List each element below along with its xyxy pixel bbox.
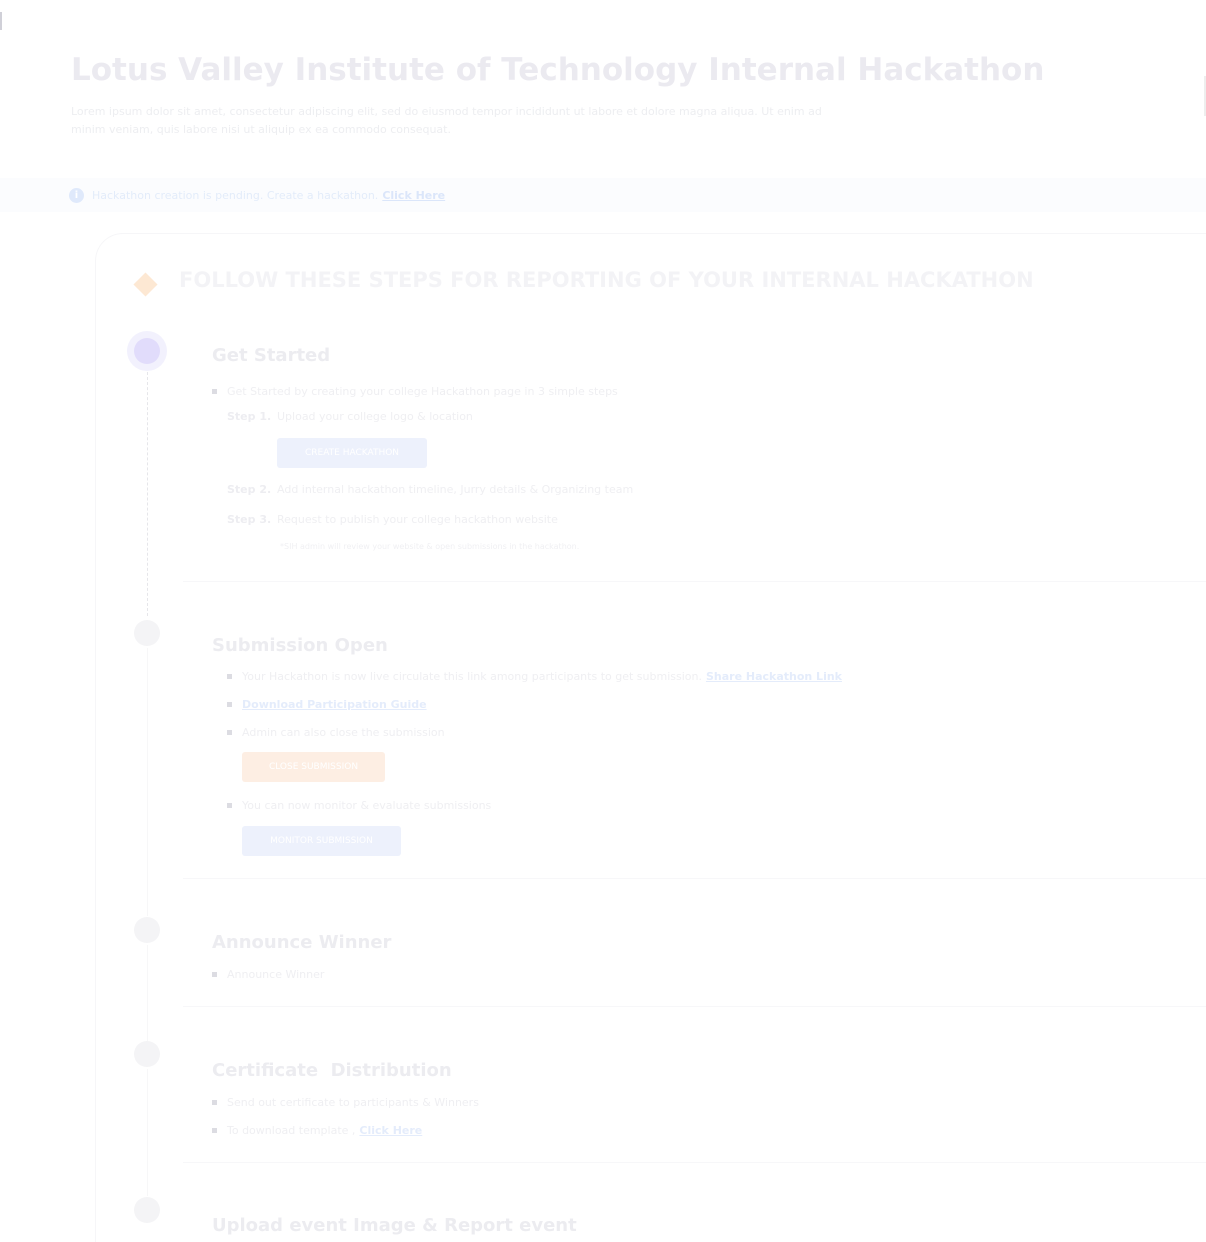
timeline-dot — [134, 1041, 160, 1067]
step-number: Step 2. — [227, 483, 272, 496]
timeline-dot — [134, 917, 160, 943]
bullet-icon — [227, 803, 232, 808]
list-item-text: Your Hackathon is now live circulate thi… — [242, 670, 702, 683]
bullet-icon — [227, 730, 232, 735]
stage-title-announce-winner: Announce Winner — [212, 932, 392, 953]
timeline-connector — [147, 648, 148, 916]
step-text: Add internal hackathon timeline, Jurry d… — [277, 483, 634, 496]
list-item-text: Get Started by creating your college Hac… — [227, 385, 618, 398]
step-row-2: Step 2. Add internal hackathon timeline, … — [227, 483, 633, 496]
create-hackathon-button[interactable]: CREATE HACKATHON — [277, 438, 427, 468]
list-item: You can now monitor & evaluate submissio… — [227, 799, 491, 812]
step-row-3: Step 3. Request to publish your college h… — [227, 513, 558, 526]
list-item: Admin can also close the submission — [227, 726, 445, 739]
close-submission-button[interactable]: CLOSE SUBMISSION — [242, 752, 385, 782]
bullet-icon — [212, 1100, 217, 1105]
divider — [183, 1162, 1206, 1163]
step-number: Step 3. — [227, 513, 272, 526]
divider — [183, 878, 1206, 879]
timeline-connector — [147, 372, 148, 616]
page-description: Lorem ipsum dolor sit amet, consectetur … — [71, 105, 822, 136]
page-title: Lotus Valley Institute of Technology Int… — [71, 52, 1045, 88]
bullet-icon — [212, 389, 217, 394]
list-item: Get Started by creating your college Hac… — [212, 385, 618, 398]
pending-alert: i Hackathon creation is pending. Create … — [0, 178, 1206, 212]
share-hackathon-link[interactable]: Share Hackathon Link — [706, 670, 842, 683]
create-hackathon-link[interactable]: Click Here — [382, 189, 445, 202]
list-item-text: Send out certificate to participants & W… — [227, 1096, 479, 1109]
list-item-text: Announce Winner — [227, 968, 325, 981]
steps-heading: FOLLOW THESE STEPS FOR REPORTING OF YOUR… — [179, 268, 1034, 292]
divider — [183, 581, 1206, 582]
bullet-icon — [227, 674, 232, 679]
timeline-connector — [147, 945, 148, 1041]
step-row-1: Step 1. Upload your college logo & locati… — [227, 410, 473, 423]
step-text: Request to publish your college hackatho… — [277, 513, 558, 526]
step-text: Upload your college logo & location — [277, 410, 473, 423]
timeline-dot — [134, 1197, 160, 1223]
page: Lotus Valley Institute of Technology Int… — [0, 0, 1206, 1242]
bullet-icon — [212, 1128, 217, 1133]
bullet-icon — [227, 702, 232, 707]
step-number: Step 1. — [227, 410, 272, 423]
timeline-dot — [134, 620, 160, 646]
list-item: To download template , Click Here — [212, 1124, 422, 1137]
info-icon: i — [69, 187, 84, 203]
left-edge-mark — [0, 12, 2, 30]
stage-title-submission-open: Submission Open — [212, 635, 388, 656]
stage-title-certificate: Certificate Distribution — [212, 1060, 452, 1081]
list-item-text: Admin can also close the submission — [242, 726, 445, 739]
review-note: *SIH admin will review your website & op… — [280, 542, 580, 551]
stage-title-upload-event: Upload event Image & Report event — [212, 1215, 577, 1236]
bullet-icon — [212, 972, 217, 977]
list-item: Your Hackathon is now live circulate thi… — [227, 670, 842, 683]
monitor-submission-button[interactable]: MONITOR SUBMISSION — [242, 826, 401, 856]
list-item-text: To download template , — [227, 1124, 356, 1137]
list-item-text: You can now monitor & evaluate submissio… — [242, 799, 492, 812]
download-guide-link[interactable]: Download Participation Guide — [242, 698, 427, 711]
download-template-link[interactable]: Click Here — [359, 1124, 422, 1137]
timeline-dot-inner — [134, 338, 160, 364]
alert-text: Hackathon creation is pending. Create a … — [92, 188, 379, 202]
divider — [183, 1006, 1206, 1007]
list-item: Send out certificate to participants & W… — [212, 1096, 479, 1109]
list-item: Download Participation Guide — [227, 698, 427, 711]
list-item: Announce Winner — [212, 968, 324, 981]
timeline-connector — [147, 1069, 148, 1196]
timeline-dot-active — [127, 331, 167, 371]
stage-title-get-started: Get Started — [212, 345, 331, 366]
